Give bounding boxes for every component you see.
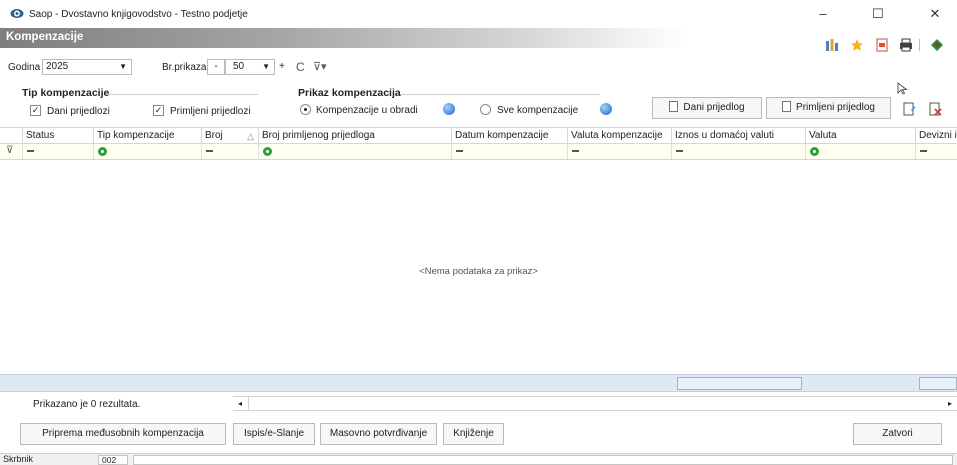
equals-operator-icon — [920, 150, 927, 152]
column-header-number[interactable]: Broj △ — [201, 128, 258, 144]
status-bar: Skrbnik 002 — [0, 453, 957, 465]
tip-group-title: Tip kompenzacije — [22, 87, 110, 99]
filter-cell-amount-domestic[interactable] — [671, 144, 805, 159]
document-icon — [669, 101, 679, 112]
contains-operator-icon — [98, 147, 107, 156]
processing-radio[interactable] — [300, 104, 311, 115]
filter-cell-number[interactable] — [201, 144, 258, 159]
columns-icon[interactable] — [825, 38, 839, 52]
given-proposals-label: Dani prijedlozi — [47, 106, 110, 117]
maximize-button[interactable]: ☐ — [860, 3, 896, 25]
status-user-field: 002 — [98, 455, 128, 465]
count-label: Br.prikaza — [162, 62, 207, 73]
column-header-currency[interactable]: Valuta — [805, 128, 915, 144]
close-button[interactable]: Zatvori — [853, 423, 942, 445]
edit-doc-icon[interactable] — [903, 102, 916, 116]
year-value: 2025 — [46, 61, 69, 72]
summary-bar — [0, 374, 957, 392]
print-icon[interactable] — [899, 38, 913, 52]
received-proposals-label: Primljeni prijedlozi — [170, 106, 251, 117]
pdf-icon[interactable] — [875, 38, 889, 52]
result-count-text: Prikazano je 0 rezultata. — [33, 399, 141, 410]
column-header-date[interactable]: Datum kompenzacije — [451, 128, 567, 144]
count-select[interactable]: 50 ▼ — [225, 59, 275, 75]
refresh-icon[interactable]: C — [296, 60, 305, 74]
given-proposal-button[interactable]: Dani prijedlog — [652, 97, 762, 119]
horizontal-scrollbar[interactable]: ◂ ▸ — [233, 396, 957, 411]
column-header-received-number[interactable]: Broj primljenog prijedloga — [258, 128, 451, 144]
summary-cell-foreign — [919, 377, 957, 390]
filter-row: ⊽ — [0, 144, 957, 160]
mass-confirm-button[interactable]: Masovno potvrđivanje — [320, 423, 437, 445]
status-user-value: 002 — [102, 455, 117, 465]
filter-cell-type[interactable] — [93, 144, 201, 159]
count-increment-button[interactable]: + — [279, 61, 285, 72]
scroll-divider — [248, 397, 249, 410]
empty-grid-message: <Nema podataka za prikaz> — [419, 266, 538, 277]
year-label: Godina — [8, 62, 41, 73]
toolbar-divider — [919, 39, 920, 51]
filter-cell-currency-comp[interactable] — [567, 144, 671, 159]
column-header-currency-comp[interactable]: Valuta kompenzacije — [567, 128, 671, 144]
status-user-label: Skrbnik — [3, 454, 34, 464]
title-bar: Saop - Dvostavno knjigovodstvo - Testno … — [0, 0, 957, 28]
filter-cell-received-number[interactable] — [258, 144, 451, 159]
column-header-foreign[interactable]: Devizni i — [915, 128, 957, 144]
info-icon[interactable] — [600, 103, 612, 115]
all-radio-label: Sve kompenzacije — [497, 105, 579, 116]
count-decrement-button[interactable]: - — [207, 59, 225, 75]
count-value: 50 — [233, 61, 245, 72]
received-proposals-checkbox[interactable]: ✓ — [153, 105, 164, 116]
green-diamond-icon[interactable] — [930, 38, 944, 52]
filter-icon[interactable]: ⊽▾ — [313, 60, 327, 73]
received-proposal-button[interactable]: Primljeni prijedlog — [766, 97, 891, 119]
prepare-compensations-button[interactable]: Priprema međusobnih kompenzacija — [20, 423, 226, 445]
equals-operator-icon — [206, 150, 213, 152]
print-send-button[interactable]: Ispis/e-Slanje — [233, 423, 315, 445]
close-window-button[interactable]: ✕ — [917, 3, 953, 25]
filter-cell-currency[interactable] — [805, 144, 915, 159]
star-icon[interactable] — [850, 38, 864, 52]
contains-operator-icon — [263, 147, 272, 156]
eye-icon — [10, 9, 24, 18]
scroll-left-icon[interactable]: ◂ — [233, 397, 247, 410]
equals-operator-icon — [676, 150, 683, 152]
sort-icon: △ — [247, 131, 254, 141]
filter-cell-foreign[interactable] — [915, 144, 957, 159]
filter-cell-status[interactable] — [22, 144, 93, 159]
processing-radio-label: Kompenzacije u obradi — [316, 105, 418, 116]
contains-operator-icon — [810, 147, 819, 156]
given-proposals-checkbox[interactable]: ✓ — [30, 105, 41, 116]
prikaz-group-title: Prikaz kompenzacija — [298, 87, 401, 99]
delete-doc-icon[interactable] — [929, 102, 942, 116]
equals-operator-icon — [456, 150, 463, 152]
window-title: Saop - Dvostavno knjigovodstvo - Testno … — [29, 9, 248, 20]
group-divider — [400, 94, 600, 95]
status-message-field — [133, 455, 953, 465]
column-header-amount-domestic[interactable]: Iznos u domaćoj valuti — [671, 128, 805, 144]
summary-cell-amount — [677, 377, 802, 390]
module-title: Kompenzacije — [6, 31, 84, 43]
chevron-down-icon: ▼ — [119, 62, 127, 71]
equals-operator-icon — [572, 150, 579, 152]
chevron-down-icon: ▼ — [262, 62, 270, 71]
grid-header: Status Tip kompenzacije Broj △ Broj prim… — [0, 127, 957, 144]
all-radio[interactable] — [480, 104, 491, 115]
scroll-right-icon[interactable]: ▸ — [943, 397, 957, 410]
column-header-status[interactable]: Status — [22, 128, 93, 144]
filter-cell-date[interactable] — [451, 144, 567, 159]
posting-button[interactable]: Knjiženje — [443, 423, 504, 445]
row-indicator-header — [0, 128, 22, 144]
year-select[interactable]: 2025 ▼ — [42, 59, 132, 75]
equals-operator-icon — [27, 150, 34, 152]
group-divider — [108, 94, 258, 95]
column-header-number-label: Broj — [205, 130, 223, 141]
filter-row-icon: ⊽ — [6, 145, 14, 156]
module-header: Kompenzacije — [0, 28, 957, 48]
document-icon — [782, 101, 792, 112]
info-icon[interactable] — [443, 103, 455, 115]
minimize-button[interactable]: – — [805, 3, 841, 25]
mouse-pointer-icon — [897, 82, 908, 95]
column-header-type[interactable]: Tip kompenzacije — [93, 128, 201, 144]
